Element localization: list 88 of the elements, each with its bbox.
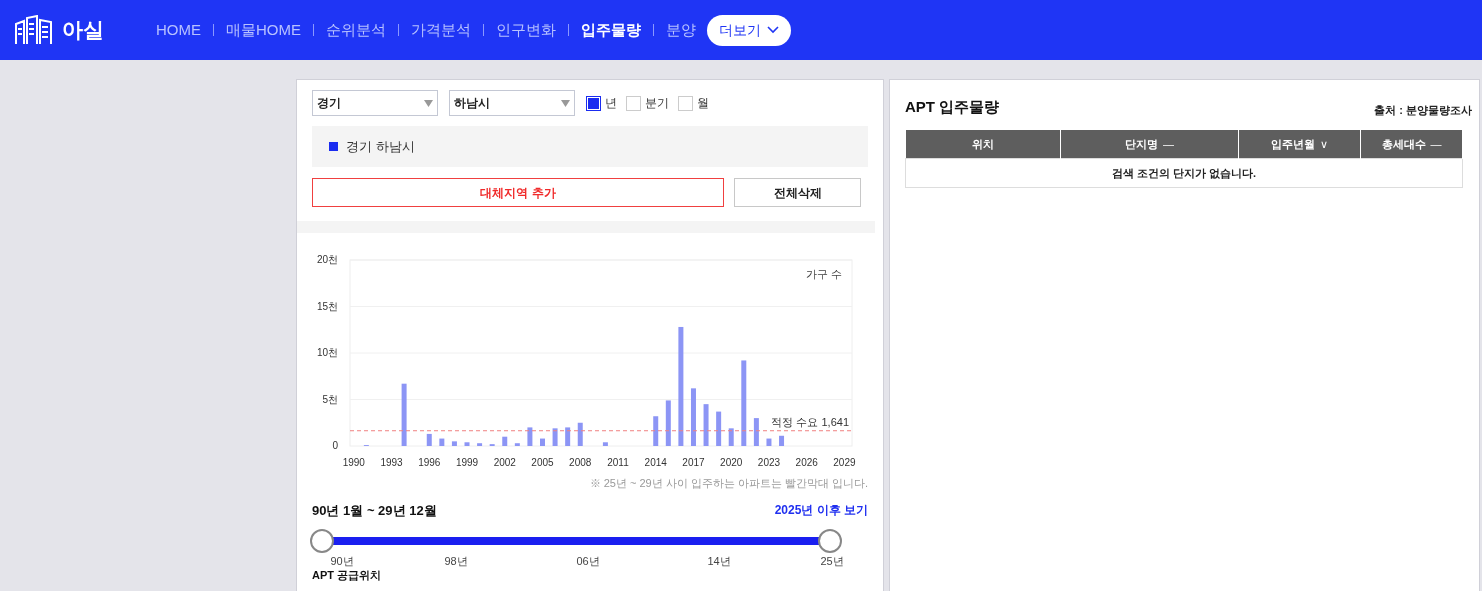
bar — [653, 416, 659, 446]
bar — [602, 442, 608, 446]
y-axis-label: 15천 — [316, 300, 338, 312]
x-axis-label: 1999 — [455, 457, 479, 468]
bar — [514, 443, 520, 446]
bar — [451, 441, 457, 446]
slider-handle[interactable] — [818, 529, 842, 553]
x-axis-label: 2017 — [682, 457, 705, 468]
nav-tab[interactable]: 순위분석 — [326, 18, 386, 42]
y-axis-label: 5천 — [322, 393, 338, 405]
clear-all-button[interactable]: 전체삭제 — [734, 178, 861, 207]
x-axis-label: 2023 — [757, 457, 781, 468]
slider-tick-label: 14년 — [707, 554, 731, 569]
x-axis-label: 1990 — [342, 457, 365, 468]
section-title: APT 공급위치 — [312, 569, 383, 581]
bar — [766, 438, 772, 446]
bar — [426, 433, 432, 446]
bar — [477, 443, 483, 446]
nav-tab[interactable]: HOME — [156, 18, 201, 42]
chevron-down-icon — [767, 26, 779, 34]
x-axis-label: 2029 — [833, 457, 856, 468]
checkbox-label: 월 — [697, 95, 709, 112]
source-text: 출처 : 분양물량조사 — [1374, 103, 1472, 118]
y-axis-label: 20천 — [316, 254, 338, 265]
bar — [703, 404, 709, 446]
bar — [502, 436, 508, 446]
y-axis-label: 0 — [332, 440, 338, 451]
future-link[interactable]: 2025년 이후 보기 — [774, 501, 868, 520]
y-axis-title: 가구 수 — [805, 268, 842, 280]
bar — [565, 427, 571, 446]
x-axis-label: 2011 — [607, 457, 629, 468]
nav-tab[interactable]: 인구변화 — [496, 18, 556, 42]
checkbox-label: 분기 — [645, 95, 669, 112]
y-axis-label: 10천 — [316, 347, 338, 358]
bar — [439, 438, 445, 446]
checkbox[interactable] — [586, 95, 601, 111]
buildings-logo-icon — [14, 15, 54, 45]
nav-tab[interactable]: 가격분석 — [411, 18, 471, 42]
dropdown[interactable]: 하남시 — [449, 90, 575, 116]
slider-tick-label: 06년 — [576, 554, 600, 569]
x-axis-label: 1996 — [418, 457, 441, 468]
dropdown-arrow-icon — [424, 99, 433, 107]
x-axis-label: 2008 — [569, 457, 592, 468]
checkbox-label: 년 — [605, 95, 617, 112]
bar — [716, 411, 722, 446]
logo-text: 아실 — [62, 17, 104, 44]
x-axis-label: 2002 — [493, 457, 516, 468]
column-header[interactable]: 단지명 — [1125, 135, 1158, 152]
range-label: 90년 1월 ~ 29년 12월 — [312, 501, 437, 520]
nav-tab[interactable]: 분양 — [666, 18, 696, 42]
bar — [464, 442, 470, 446]
nav-tab[interactable]: 입주물량 — [581, 18, 641, 42]
x-axis-label: 2005 — [531, 457, 554, 468]
x-axis-label: 1993 — [380, 457, 403, 468]
add-region-button[interactable]: 대체지역 추가 — [312, 178, 724, 207]
sort-indicator[interactable]: — — [1430, 135, 1442, 152]
bar — [527, 427, 533, 446]
bar — [779, 435, 785, 446]
dropdown-arrow-icon — [561, 99, 570, 107]
slider-tick-label: 90년 — [330, 554, 354, 569]
chart-note: ※ 25년 ~ 29년 사이 입주하는 아파트는 빨간막대 입니다. — [589, 476, 868, 491]
bar — [753, 418, 759, 446]
demand-label: 적정 수요 1,641 — [771, 415, 849, 428]
slider-tick-label: 98년 — [444, 554, 468, 569]
empty-message: 검색 조건의 단지가 없습니다. — [905, 158, 1463, 188]
x-axis-label: 2014 — [644, 457, 667, 468]
slider-tick-label: 25년 — [820, 554, 844, 569]
x-axis-label: 2020 — [720, 457, 743, 468]
sort-indicator[interactable]: — — [1163, 135, 1174, 152]
bar — [728, 428, 734, 446]
range-slider[interactable] — [310, 529, 842, 553]
nav-tab[interactable]: 매물HOME — [226, 18, 301, 42]
column-header[interactable]: 총세대수 — [1381, 135, 1426, 152]
panel-title: APT 입주물량 — [905, 97, 1000, 117]
bar — [401, 383, 407, 446]
column-header[interactable]: 위치 — [971, 135, 994, 152]
dropdown[interactable]: 경기 — [312, 90, 438, 116]
column-header[interactable]: 입주년월 — [1271, 135, 1316, 152]
more-button[interactable]: 더보기 — [707, 14, 791, 46]
bar — [540, 438, 545, 446]
bar — [665, 400, 671, 446]
bar — [577, 422, 583, 446]
x-axis-label: 2026 — [795, 457, 818, 468]
slider-handle[interactable] — [310, 529, 334, 553]
sort-indicator[interactable]: ∨ — [1320, 135, 1329, 152]
region-label: 경기 하남시 — [346, 137, 415, 156]
bar — [552, 428, 558, 446]
bar — [690, 388, 696, 446]
